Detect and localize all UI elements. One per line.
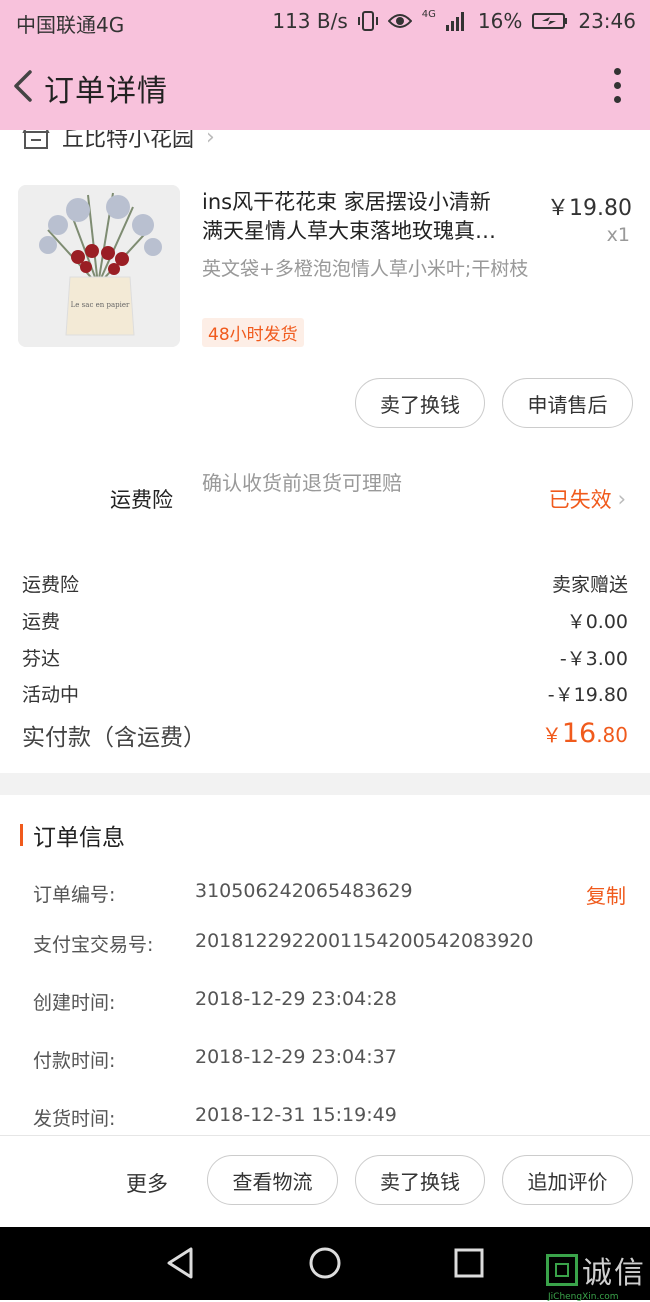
network-speed: 113 B/s: [272, 9, 348, 33]
apply-aftersale-button[interactable]: 申请售后: [502, 378, 633, 428]
fee-row: 运费险 卖家赠送: [22, 570, 628, 597]
info-label: 创建时间:: [33, 992, 116, 1014]
info-label: 订单编号:: [33, 884, 116, 906]
info-row-shipped: 发货时间: 2018-12-31 15:19:49: [33, 1104, 633, 1131]
fee-row: 活动中 -￥19.80: [22, 680, 628, 707]
fee-label: 运费: [22, 611, 61, 633]
order-info-heading: 订单信息: [33, 825, 125, 851]
nav-recents-icon[interactable]: [451, 1245, 487, 1281]
watermark-sub: JiChengXin.com: [548, 1292, 619, 1302]
view-logistics-button[interactable]: 查看物流: [207, 1155, 338, 1205]
back-arrow-icon[interactable]: [4, 64, 48, 108]
fee-value: 卖家赠送: [551, 574, 628, 596]
sell-for-cash-bottom-button[interactable]: 卖了换钱: [355, 1155, 485, 1205]
vibrate-icon: [357, 11, 378, 31]
info-row-created: 创建时间: 2018-12-29 23:04:28: [33, 988, 633, 1015]
info-row-alipay-number: 支付宝交易号: 2018122922001154200542083920: [33, 930, 633, 957]
watermark: 诚信 JiChengXin.com: [546, 1248, 646, 1302]
watermark-text: 诚信: [582, 1256, 646, 1291]
info-value: 2018122922001154200542083920: [195, 930, 534, 952]
section-accent-bar: [20, 824, 23, 846]
network-type-small: 4G: [421, 9, 436, 20]
total-decimal: .80: [596, 723, 628, 747]
battery-charging-icon: [532, 13, 568, 29]
product-title[interactable]: ins风干花花束 家居摆设小清新 满天星情人草大束落地玫瑰真…: [202, 188, 527, 246]
info-value: 310506242065483629: [195, 880, 413, 902]
fee-value: ￥0.00: [566, 611, 628, 633]
insurance-desc: 确认收货前退货可理赔: [202, 471, 402, 495]
clock: 23:46: [578, 9, 636, 33]
product-image-illustration: Le sac en papier: [18, 185, 180, 347]
product-image[interactable]: Le sac en papier: [18, 185, 180, 347]
insurance-label: 运费险: [110, 488, 173, 512]
insurance-status: 已失效: [548, 488, 612, 512]
info-value: 2018-12-31 15:19:49: [195, 1104, 397, 1126]
info-label: 发货时间:: [33, 1108, 116, 1130]
fee-value: -￥19.80: [547, 684, 628, 706]
insurance-status-link[interactable]: 已失效 ›: [549, 484, 626, 514]
info-value: 2018-12-29 23:04:28: [195, 988, 397, 1010]
fee-value: -￥3.00: [559, 648, 628, 670]
product-bag-label: Le sac en papier: [71, 301, 130, 309]
fee-row: 芬达 -￥3.00: [22, 644, 628, 671]
total-integer: 16: [561, 718, 597, 749]
eye-icon: [387, 14, 412, 28]
more-button[interactable]: 更多: [126, 1168, 168, 1198]
chevron-right-icon: ›: [617, 487, 626, 511]
total-row: 实付款（含运费） ￥16.80: [22, 718, 628, 752]
nav-back-icon[interactable]: [163, 1245, 199, 1281]
fee-label: 芬达: [22, 648, 61, 670]
fee-label: 活动中: [22, 684, 80, 706]
copy-button[interactable]: 复制: [586, 880, 626, 909]
section-divider: [0, 773, 650, 795]
product-price: ￥19.80: [547, 196, 632, 221]
info-value: 2018-12-29 23:04:37: [195, 1046, 397, 1068]
total-amount: ￥16.80: [542, 718, 628, 752]
signal-icon: [445, 12, 464, 31]
carrier-label: 中国联通4G: [16, 13, 125, 37]
watermark-row: 诚信: [546, 1248, 646, 1292]
fee-label: 运费险: [22, 574, 80, 596]
status-bar: 中国联通4G 113 B/s 4G 16% 23:46: [0, 0, 650, 44]
total-currency: ￥: [541, 723, 562, 747]
watermark-logo-icon: [546, 1254, 578, 1286]
order-info-title: 订单信息: [20, 820, 125, 851]
info-row-paid: 付款时间: 2018-12-29 23:04:37: [33, 1046, 633, 1073]
product-sku: 英文袋+多橙泡泡情人草小米叶;干树枝: [202, 258, 529, 280]
product-title-line2: 满天星情人草大束落地玫瑰真…: [202, 219, 496, 243]
total-label: 实付款（含运费）: [22, 725, 206, 751]
sell-for-cash-button[interactable]: 卖了换钱: [355, 378, 485, 428]
product-title-line1: ins风干花花束 家居摆设小清新: [202, 190, 491, 214]
shipping-tag: 48小时发货: [202, 318, 304, 347]
info-label: 付款时间:: [33, 1050, 116, 1072]
status-right: 113 B/s 4G 16% 23:46: [272, 9, 636, 33]
nav-home-icon[interactable]: [307, 1245, 343, 1281]
top-bar: 中国联通4G 113 B/s 4G 16% 23:46 订单详情: [0, 0, 650, 130]
fee-row: 运费 ￥0.00: [22, 607, 628, 634]
info-row-order-number: 订单编号: 310506242065483629: [33, 880, 633, 907]
page-title: 订单详情: [44, 74, 168, 109]
more-menu-icon[interactable]: [614, 68, 622, 104]
info-label: 支付宝交易号:: [33, 934, 154, 956]
header: 订单详情: [0, 44, 650, 130]
battery-percent: 16%: [477, 9, 523, 33]
add-review-button[interactable]: 追加评价: [502, 1155, 633, 1205]
product-quantity: x1: [606, 224, 630, 246]
